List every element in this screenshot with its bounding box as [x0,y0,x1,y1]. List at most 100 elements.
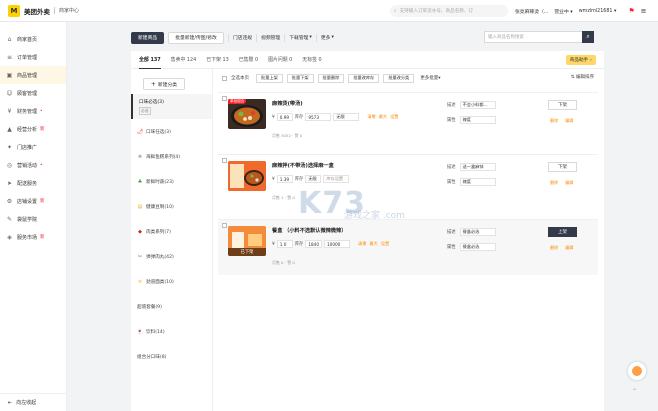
global-search-input[interactable]: ⌕ 支持输入订单流水号、商品名称、订 [390,5,508,17]
more-batch-dropdown[interactable]: 更多批量▾ [420,75,440,81]
sidebar-item-store-settings[interactable]: ⚙ 店铺设置新 [0,192,66,210]
download-mgmt-link[interactable]: 下载管理 ▾ [289,34,312,41]
limit-input[interactable]: 无限 [333,113,360,121]
stock-input[interactable]: 1840 [305,240,322,248]
category-item[interactable]: 口味必选(3) 必选 [131,94,212,119]
batch-edit-category-button[interactable]: 批量改分类 [383,73,415,83]
limit-input[interactable]: 10000 [324,240,350,248]
more-batch-label: 更多批量 [420,76,439,81]
batch-edit-stock-button[interactable]: 批量改库存 [348,73,380,83]
price-input[interactable]: 0.99 [276,113,293,121]
edit-link[interactable]: 编辑 [565,180,573,186]
price-input[interactable]: 1.39 [276,175,293,183]
attr-value[interactable]: 餐盒必选 [459,243,496,251]
max-stock-link[interactable]: 最大 [369,241,377,247]
product-name[interactable]: 麻辣拌(不带汤)选择麻一盒 [272,162,334,169]
edit-link[interactable]: 编辑 [565,118,573,124]
tab-no-tag[interactable]: 无标签 0 [302,56,321,63]
price-input[interactable]: 1.0 [276,240,293,248]
new-category-button[interactable]: + 新建分类 [143,78,185,90]
customer-service-float-button[interactable] [628,362,646,380]
goods-search-input[interactable]: 输入商品名称搜索 [484,31,590,43]
attr-value[interactable]: 辣度 [459,178,496,186]
edit-link[interactable]: 编辑 [565,245,573,251]
attr-value[interactable]: 送一盒麻钵 [459,163,496,171]
sidebar-item-academy[interactable]: ✎ 袋鼠学院 [0,210,66,228]
category-item[interactable]: ❋ 海鲜鱼糕系列(4) [131,144,212,169]
category-item[interactable]: ≋ 劲道面类(10) [131,269,212,294]
clear-stock-link[interactable]: 清零 [367,114,375,120]
sidebar-item-customers[interactable]: ☺ 顾客管理 [0,84,66,102]
tab-all[interactable]: 全部 137 [139,51,161,69]
sort-icon: ⇅ [570,75,575,80]
sidebar-item-delivery[interactable]: ➤ 配送服务 [0,174,66,192]
product-image[interactable] [228,161,266,191]
sidebar-item-analysis[interactable]: ▲ 经营分析新 [0,120,66,138]
store-name[interactable]: 张亮麻辣烫（... [515,8,548,15]
message-icon[interactable]: ⚑ [628,7,634,15]
goods-helper-button[interactable]: 商品助手 › [565,55,596,65]
stock-input[interactable]: 9573 [305,113,332,121]
sidebar-item-goods[interactable]: ▣ 商品管理 [0,66,66,84]
sidebar-item-promo[interactable]: ✦ 门店推广 [0,138,66,156]
video-mgmt-link[interactable]: 视频管理 [261,34,280,41]
category-item[interactable]: ♣ 新鲜时蔬(23) [131,169,212,194]
new-goods-button[interactable]: 新建商品 [131,31,165,44]
more-menu-icon[interactable]: ≡ [641,7,647,15]
account-dropdown[interactable]: wmzlml21681 ▾ [579,9,617,14]
on-shelf-button[interactable]: 上架 [548,227,577,237]
delete-link[interactable]: 删除 [550,118,558,124]
logo[interactable]: M 美团外卖 商家中心 [8,4,79,17]
off-shelf-button[interactable]: 下架 [548,162,577,172]
more-menu[interactable]: 更多 ▾ [321,34,334,41]
product-name[interactable]: 麻辣烫(带汤) [272,100,303,107]
clear-stock-link[interactable]: 清零 [358,241,366,247]
back-to-top-icon[interactable]: ⌃ [632,388,642,396]
collapse-sidebar-button[interactable]: ⇤ 向左收起 [0,393,67,411]
category-item[interactable]: 🌶 口味任选(3) [131,119,212,144]
sidebar-item-market[interactable]: ◈ 服务市场新 [0,228,66,246]
delete-link[interactable]: 删除 [550,180,558,186]
category-item[interactable]: 🍷 饮料(14) [131,319,212,344]
search-button[interactable]: ⌕ [582,31,594,43]
category-item[interactable]: ◆ 肉类系列(7) [131,219,212,244]
product-checkbox[interactable] [222,158,227,163]
product-checkbox[interactable] [222,96,227,101]
batch-new-button[interactable]: 批量新建/传图/修改 [168,31,224,44]
category-item[interactable]: 组合分口味(8) [131,344,212,369]
status-dropdown[interactable]: 营业中 ▾ [554,8,572,15]
off-shelf-button[interactable]: 下架 [548,100,577,110]
tab-on-sale[interactable]: 售卖中 124 [171,56,197,63]
attr-value[interactable]: 不会小料都... [459,101,496,109]
batch-on-shelf-button[interactable]: 批量上架 [256,73,283,83]
category-item[interactable]: 超值套餐(9) [131,294,212,319]
stock-setting-link[interactable]: 设置 [390,114,398,120]
product-image[interactable]: 单品组合 [228,99,266,129]
stock-setting-link[interactable]: 设置 [381,241,389,247]
product-image[interactable]: 已下架 [228,226,266,256]
delete-link[interactable]: 删除 [550,245,558,251]
category-item[interactable]: ✂ 弹弹肉丸(42) [131,244,212,269]
max-stock-link[interactable]: 最大 [379,114,387,120]
sidebar-item-home[interactable]: ⌂ 商家首页 [0,30,66,48]
tab-off-shelf[interactable]: 已下架 13 [206,56,228,63]
attr-value[interactable]: 餐盒必选 [459,228,496,236]
seafood-icon: ❋ [137,153,143,160]
limit-input[interactable]: 库存设置 [323,175,350,183]
product-name[interactable]: 餐盒 （小料不选默认微辣微辣） [272,227,346,234]
divider [227,33,229,42]
sidebar-item-marketing[interactable]: ◎ 营销活动 • [0,156,66,174]
select-all-checkbox[interactable] [222,75,227,81]
edit-sort-button[interactable]: ⇅ 编辑排序 [571,74,594,80]
sidebar-item-finance[interactable]: ¥ 财务管理 • [0,102,66,120]
category-item[interactable]: ▤ 健康豆制(10) [131,194,212,219]
stock-input[interactable]: 无限 [305,175,322,183]
product-checkbox[interactable] [222,223,227,228]
batch-off-shelf-button[interactable]: 批量下架 [286,73,314,83]
attr-value[interactable]: 辣度 [459,116,496,124]
batch-delete-button[interactable]: 批量删除 [317,73,345,83]
tab-sold-out[interactable]: 已售罄 0 [239,56,258,63]
store-violation-link[interactable]: 门店违规 [233,34,252,41]
sidebar-item-orders[interactable]: ≡ 订单管理 [0,48,66,66]
tab-image-issue[interactable]: 图片问题 0 [268,56,292,63]
